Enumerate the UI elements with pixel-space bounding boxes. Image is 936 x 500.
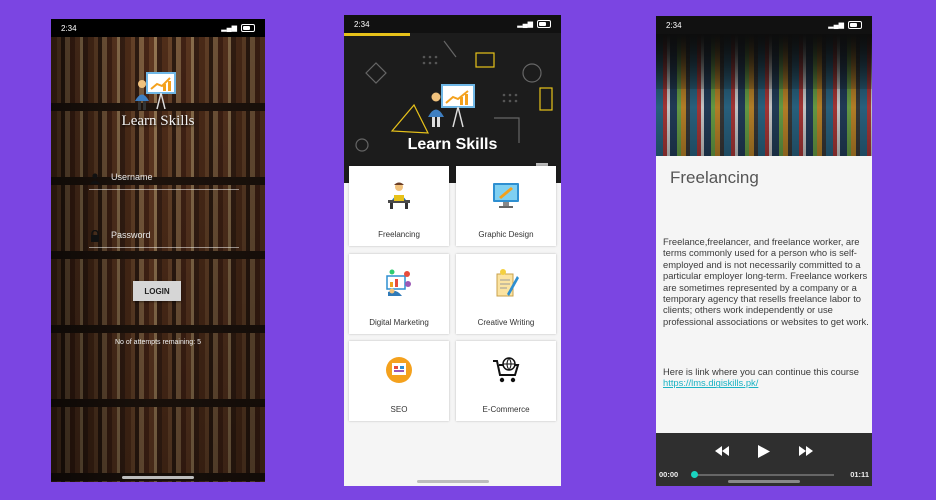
battery-icon	[537, 20, 551, 28]
fast-forward-button[interactable]	[797, 443, 815, 459]
course-tile-freelancing[interactable]: Freelancing	[349, 166, 449, 246]
status-bar: 2:34 ▂▄▆	[51, 19, 265, 37]
status-icons: ▂▄▆	[828, 21, 862, 29]
course-tile-seo[interactable]: SEO	[349, 341, 449, 421]
password-placeholder: Password	[111, 230, 151, 240]
status-bar: 2:34 ▂▄▆	[344, 15, 561, 33]
gesture-bar[interactable]	[416, 480, 489, 483]
lock-icon	[91, 230, 99, 242]
graphic-design-icon	[493, 183, 519, 208]
shopping-cart-icon	[493, 357, 520, 383]
username-placeholder: Username	[111, 172, 153, 182]
course-description: Freelance,freelancer, and freelance work…	[663, 236, 869, 327]
seek-bar[interactable]	[691, 471, 834, 478]
header-banner: Learn Skills	[344, 33, 561, 183]
course-label: Freelancing	[378, 230, 420, 239]
attempts-remaining-text: No of attempts remaining: 5	[115, 339, 201, 346]
signal-icon: ▂▄▆	[517, 21, 533, 28]
app-title: Learn Skills	[121, 113, 195, 129]
course-continue-text: Here is link where you can continue this…	[663, 366, 869, 389]
status-time: 2:34	[666, 20, 682, 30]
gesture-bar[interactable]	[122, 476, 194, 479]
freelancer-icon	[388, 182, 410, 209]
course-label: SEO	[390, 405, 408, 414]
status-time: 2:34	[354, 19, 370, 29]
creative-writing-icon	[496, 269, 519, 297]
status-bar: 2:34 ▂▄▆	[656, 16, 872, 34]
signal-icon: ▂▄▆	[221, 25, 237, 32]
login-button[interactable]: LOGIN	[133, 281, 181, 301]
continue-label: Here is link where you can continue this…	[663, 366, 859, 377]
course-label: Digital Marketing	[369, 318, 429, 327]
course-tile-digital-marketing[interactable]: Digital Marketing	[349, 254, 449, 334]
course-label: Graphic Design	[478, 230, 534, 239]
courses-grid-screen: 2:34 ▂▄▆ Learn Skills Freelancing Graphi…	[344, 15, 561, 486]
gesture-bar[interactable]	[728, 480, 800, 483]
course-title: Freelancing	[670, 168, 759, 187]
total-time: 01:11	[850, 470, 869, 479]
username-field[interactable]: Username	[89, 169, 239, 190]
battery-icon	[848, 21, 862, 29]
seek-thumb[interactable]	[691, 471, 698, 478]
course-tile-graphic-design[interactable]: Graphic Design	[456, 166, 556, 246]
rewind-button[interactable]	[713, 443, 731, 459]
status-time: 2:34	[61, 23, 77, 33]
signal-icon: ▂▄▆	[828, 22, 844, 29]
course-tile-e-commerce[interactable]: E-Commerce	[456, 341, 556, 421]
course-tile-creative-writing[interactable]: Creative Writing	[456, 254, 556, 334]
status-icons: ▂▄▆	[221, 24, 255, 32]
rewind-icon	[715, 446, 729, 456]
presentation-logo-icon	[428, 84, 475, 128]
play-icon	[758, 444, 770, 458]
current-time: 00:00	[659, 470, 679, 479]
course-label: E-Commerce	[482, 405, 530, 414]
user-icon	[90, 173, 100, 184]
media-player: 00:00 01:11	[656, 433, 872, 486]
course-detail-screen: 2:34 ▂▄▆ Freelancing Freelance,freelance…	[656, 16, 872, 486]
course-banner-image	[656, 34, 872, 156]
play-button[interactable]	[755, 443, 773, 459]
battery-icon	[241, 24, 255, 32]
status-icons: ▂▄▆	[517, 20, 551, 28]
password-field[interactable]: Password	[89, 227, 239, 248]
seo-icon	[386, 357, 412, 383]
fast-forward-icon	[799, 446, 813, 456]
app-title: Learn Skills	[407, 136, 498, 153]
course-label: Creative Writing	[477, 318, 535, 327]
course-link[interactable]: https://lms.digiskills.pk/	[663, 377, 758, 388]
digital-marketing-icon	[386, 269, 411, 296]
login-screen: 2:34 ▂▄▆ Learn Skills Username Password	[51, 19, 265, 482]
presentation-logo-icon	[135, 72, 176, 110]
